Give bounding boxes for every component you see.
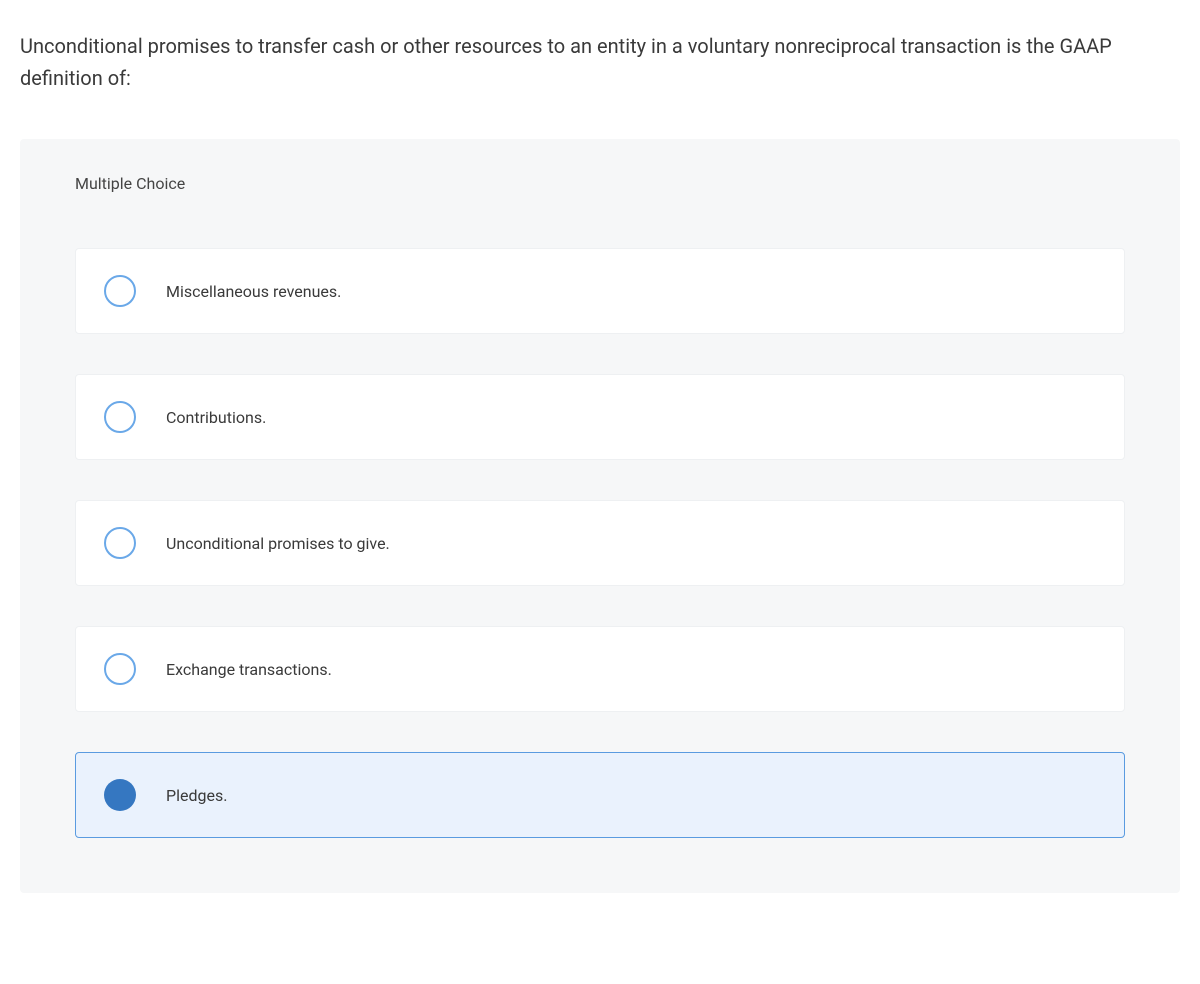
option-label: Contributions. [166,408,266,427]
option-unconditional-promises[interactable]: Unconditional promises to give. [75,500,1125,586]
radio-icon [104,527,136,559]
option-label: Exchange transactions. [166,660,332,679]
radio-icon [104,401,136,433]
radio-icon [104,653,136,685]
option-label: Pledges. [166,786,227,805]
option-label: Miscellaneous revenues. [166,282,341,301]
multiple-choice-panel: Multiple Choice Miscellaneous revenues. … [20,139,1180,893]
radio-icon [104,779,136,811]
radio-icon [104,275,136,307]
option-contributions[interactable]: Contributions. [75,374,1125,460]
option-pledges[interactable]: Pledges. [75,752,1125,838]
option-exchange-transactions[interactable]: Exchange transactions. [75,626,1125,712]
option-label: Unconditional promises to give. [166,534,390,553]
question-text: Unconditional promises to transfer cash … [20,30,1180,94]
option-miscellaneous-revenues[interactable]: Miscellaneous revenues. [75,248,1125,334]
panel-heading: Multiple Choice [75,174,1125,193]
